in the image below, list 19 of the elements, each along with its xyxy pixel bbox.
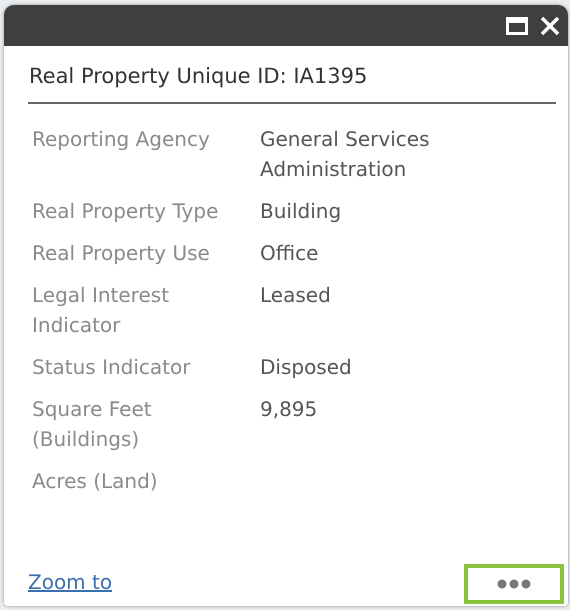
field-label: Acres (Land) xyxy=(32,468,159,495)
field-value: Building xyxy=(260,198,342,225)
field-value: Leased xyxy=(260,282,332,309)
field-value: General Services Administration xyxy=(260,126,431,183)
zoom-to-link[interactable]: Zoom to xyxy=(28,570,112,594)
popup-title: Real Property Unique ID: IA1395 xyxy=(28,64,556,104)
field-label: Legal Interest Indicator xyxy=(32,282,170,339)
field-label: Reporting Agency xyxy=(32,126,211,153)
field-value: 9,895 xyxy=(260,396,318,423)
close-icon[interactable] xyxy=(540,16,560,36)
field-label: Square Feet (Buildings) xyxy=(32,396,153,453)
field-label: Real Property Type xyxy=(32,198,220,225)
field-value: Office xyxy=(260,240,320,267)
field-label: Status Indicator xyxy=(32,354,192,381)
more-icon xyxy=(497,579,531,589)
field-value: Disposed xyxy=(260,354,353,381)
maximize-icon[interactable] xyxy=(506,16,528,34)
more-button[interactable] xyxy=(464,564,564,604)
field-label: Real Property Use xyxy=(32,240,211,267)
